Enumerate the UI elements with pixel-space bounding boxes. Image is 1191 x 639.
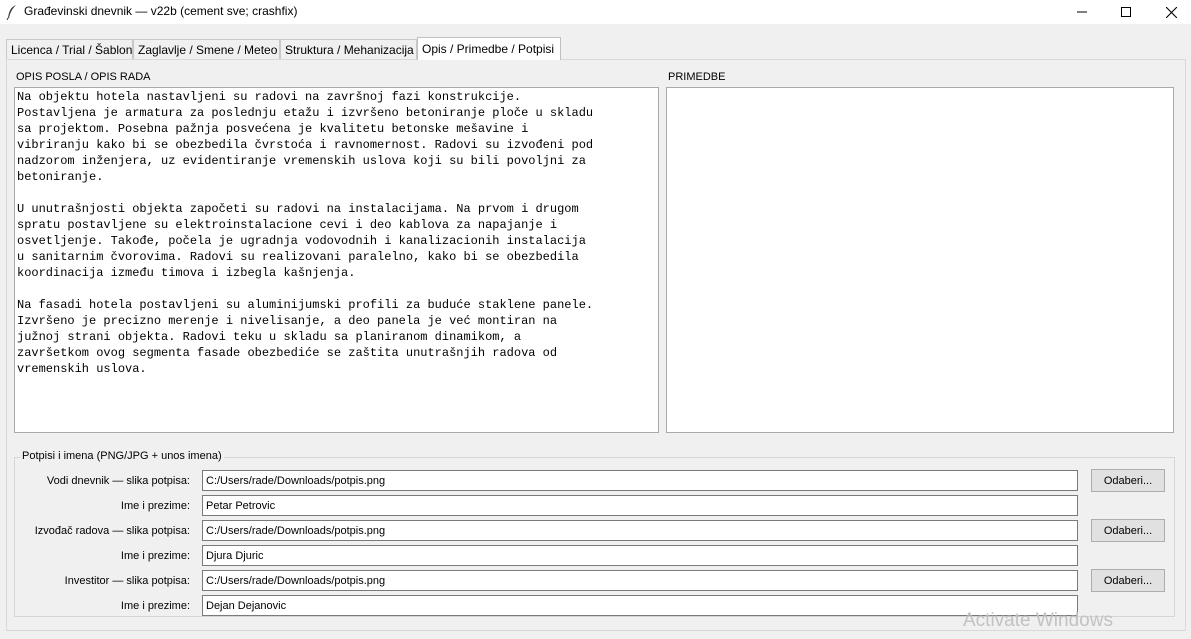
investitor-name-input[interactable]: Dejan Dejanovic <box>202 595 1078 616</box>
close-button[interactable] <box>1148 0 1191 24</box>
feather-icon <box>6 5 16 20</box>
activate-windows-watermark: Activate Windows <box>963 610 1113 631</box>
vodi-dnevnik-image-label: Vodi dnevnik — slika potpisa: <box>46 475 190 487</box>
izvodjac-name-label: Ime i prezime: <box>120 550 190 562</box>
maximize-icon <box>1121 7 1131 17</box>
vodi-dnevnik-image-path-input[interactable]: C:/Users/rade/Downloads/potpis.png <box>202 470 1078 491</box>
izvodjac-image-path-input[interactable]: C:/Users/rade/Downloads/potpis.png <box>202 520 1078 541</box>
vodi-dnevnik-name-input[interactable]: Petar Petrovic <box>202 495 1078 516</box>
maximize-button[interactable] <box>1103 0 1149 24</box>
opis-label: OPIS POSLA / OPIS RADA <box>16 71 151 83</box>
primedbe-textarea[interactable] <box>666 87 1174 433</box>
investitor-name-label: Ime i prezime: <box>120 600 190 612</box>
signatures-legend: Potpisi i imena (PNG/JPG + unos imena) <box>20 450 224 462</box>
vodi-dnevnik-browse-button[interactable]: Odaberi... <box>1091 469 1165 492</box>
tab-opis[interactable]: Opis / Primedbe / Potpisi <box>417 37 561 60</box>
izvodjac-browse-button[interactable]: Odaberi... <box>1091 519 1165 542</box>
tab-licenca[interactable]: Licenca / Trial / Šablon <box>6 39 133 59</box>
tab-zaglavlje[interactable]: Zaglavlje / Smene / Meteo <box>133 39 280 59</box>
window-title: Građevinski dnevnik — v22b (cement sve; … <box>24 4 298 18</box>
investitor-image-path-input[interactable]: C:/Users/rade/Downloads/potpis.png <box>202 570 1078 591</box>
opis-textarea[interactable]: Na objektu hotela nastavljeni su radovi … <box>14 87 659 433</box>
primedbe-label: PRIMEDBE <box>668 71 726 83</box>
title-bar: Građevinski dnevnik — v22b (cement sve; … <box>0 0 1191 24</box>
izvodjac-image-label: Izvođač radova — slika potpisa: <box>34 525 190 537</box>
investitor-browse-button[interactable]: Odaberi... <box>1091 569 1165 592</box>
tab-struktura[interactable]: Struktura / Mehanizacija <box>280 39 417 59</box>
minimize-button[interactable] <box>1059 0 1105 24</box>
minimize-icon <box>1077 11 1087 13</box>
vodi-dnevnik-name-label: Ime i prezime: <box>120 500 190 512</box>
izvodjac-name-input[interactable]: Djura Djuric <box>202 545 1078 566</box>
investitor-image-label: Investitor — slika potpisa: <box>64 575 190 587</box>
close-icon <box>1165 6 1177 18</box>
